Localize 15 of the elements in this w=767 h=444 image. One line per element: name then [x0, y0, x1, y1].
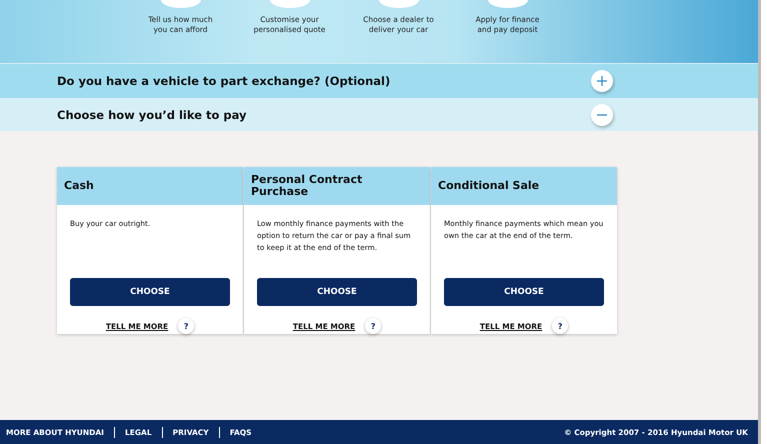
accordion-header[interactable]: Choose how you’d like to pay — [0, 98, 758, 131]
card-title: Personal Contract Purchase — [251, 174, 364, 198]
choose-button[interactable]: CHOOSE — [70, 278, 230, 306]
help-button[interactable]: ? — [178, 318, 194, 334]
card-title: Conditional Sale — [438, 180, 540, 192]
section-title: Do you have a vehicle to part exchange? (Optional) — [57, 74, 390, 88]
plus-icon[interactable] — [591, 70, 613, 92]
card-title: Cash — [64, 180, 94, 192]
section-title: Choose how you’d like to pay — [57, 108, 247, 122]
help-button[interactable]: ? — [552, 318, 568, 334]
choose-button[interactable]: CHOOSE — [257, 278, 417, 306]
accordion-header[interactable]: Do you have a vehicle to part exchange? (Optional) — [0, 64, 758, 98]
choose-button[interactable]: CHOOSE — [444, 278, 604, 306]
minus-icon[interactable] — [591, 104, 613, 126]
help-button[interactable]: ? — [365, 318, 382, 334]
